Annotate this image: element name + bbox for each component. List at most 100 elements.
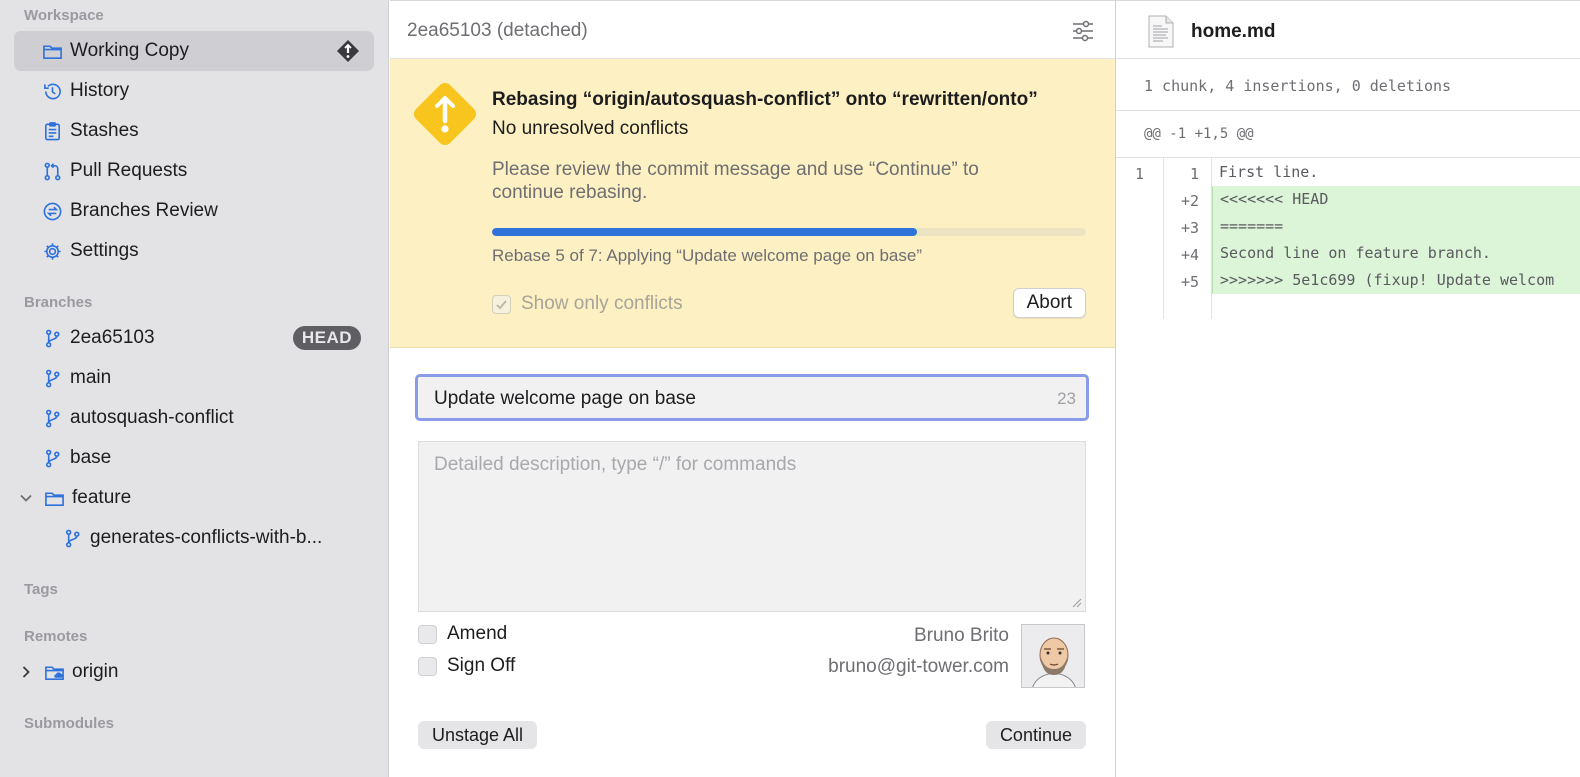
sidebar-item-label: Settings xyxy=(70,240,139,261)
sidebar-item-label: History xyxy=(70,80,130,101)
diff-line-added[interactable]: +5 >>>>>>> 5e1c699 (fixup! Update welcom xyxy=(1116,267,1580,294)
divider xyxy=(1116,110,1580,111)
new-line-number: +2 xyxy=(1180,192,1199,210)
summary-char-count: 23 xyxy=(1057,389,1076,408)
rebase-progress-fill xyxy=(492,228,917,236)
hunk-header: @@ -1 +1,5 @@ xyxy=(1144,126,1254,142)
divider xyxy=(1116,157,1580,158)
gear-icon xyxy=(40,239,64,263)
unstage-all-button[interactable]: Unstage All xyxy=(418,721,538,749)
sidebar-item-label: Working Copy xyxy=(70,40,189,61)
remote-label: origin xyxy=(72,661,119,682)
amend-checkbox-box xyxy=(418,624,437,644)
diff-line-text: Second line on feature branch. xyxy=(1212,240,1580,267)
diff-line-added[interactable]: +4 Second line on feature branch. xyxy=(1116,240,1580,267)
branch-label: 2ea65103 xyxy=(70,327,155,348)
description-placeholder: Detailed description, type “/” for comma… xyxy=(434,454,797,475)
clipboard-icon xyxy=(40,119,64,143)
rebase-progress-bar xyxy=(492,228,1086,236)
rebase-step-text: Rebase 5 of 7: Applying “Update welcome … xyxy=(492,246,922,265)
sign-off-label: Sign Off xyxy=(447,655,516,676)
resize-grip-icon[interactable] xyxy=(1070,596,1082,608)
sidebar-branch-base[interactable]: base xyxy=(14,438,374,478)
new-line-number: +3 xyxy=(1180,219,1199,237)
sidebar-item-working-copy[interactable]: Working Copy xyxy=(14,31,374,71)
amend-label: Amend xyxy=(447,623,508,644)
sidebar-branch-2ea65103[interactable]: 2ea65103 HEAD xyxy=(14,318,374,358)
abort-button[interactable]: Abort xyxy=(1012,288,1086,318)
rebase-title: Rebasing “origin/autosquash-conflict” on… xyxy=(492,89,1038,110)
sign-off-checkbox[interactable]: Sign Off xyxy=(418,655,515,677)
diff-file-header: home.md xyxy=(1116,0,1580,59)
diff-line-added[interactable]: +3 ======= xyxy=(1116,213,1580,240)
history-icon xyxy=(40,79,64,103)
sidebar-remote-origin[interactable]: origin xyxy=(14,652,374,692)
new-line-number: 1 xyxy=(1189,165,1199,183)
submodules-section-title: Submodules xyxy=(24,715,115,732)
sign-off-checkbox-box xyxy=(418,656,437,676)
rebase-status-panel: Rebasing “origin/autosquash-conflict” on… xyxy=(390,59,1115,348)
branch-icon xyxy=(60,526,84,550)
sidebar-branch-main[interactable]: main xyxy=(14,358,374,398)
sidebar-item-branches-review[interactable]: Branches Review xyxy=(14,191,374,231)
diff-stats: 1 chunk, 4 insertions, 0 deletions xyxy=(1144,77,1452,95)
diff-line-text: First line. xyxy=(1219,163,1319,181)
branch-label: generates-conflicts-with-b... xyxy=(90,527,323,548)
sidebar-item-label: Pull Requests xyxy=(70,160,188,181)
branch-label: autosquash-conflict xyxy=(70,407,234,428)
head-ref-title: 2ea65103 (detached) xyxy=(407,20,588,41)
sidebar-item-settings[interactable]: Settings xyxy=(14,231,374,271)
branch-icon xyxy=(40,326,64,350)
avatar-illustration xyxy=(1022,625,1084,687)
sidebar: Workspace Working Copy History Stashes P… xyxy=(0,0,389,777)
diff-panel: home.md 1 chunk, 4 insertions, 0 deletio… xyxy=(1115,0,1580,777)
folder-icon xyxy=(40,39,64,63)
diff-line-added[interactable]: +2 <<<<<<< HEAD xyxy=(1116,186,1580,213)
new-line-number: +5 xyxy=(1180,273,1199,291)
branch-label: main xyxy=(70,367,112,388)
commit-panel: 2ea65103 (detached) Rebasing “origin/aut… xyxy=(390,0,1115,777)
branch-icon xyxy=(40,366,64,390)
sidebar-item-label: Branches Review xyxy=(70,200,218,221)
diff-line-text: ======= xyxy=(1212,213,1580,240)
author-name[interactable]: Bruno Brito xyxy=(914,625,1009,647)
diff-line-context[interactable]: 1 1 First line. xyxy=(1116,159,1580,186)
sidebar-branch-generates-conflicts[interactable]: generates-conflicts-with-b... xyxy=(14,518,374,558)
warning-icon xyxy=(414,83,476,145)
diff-line-text: <<<<<<< HEAD xyxy=(1212,186,1580,213)
avatar[interactable] xyxy=(1021,624,1085,688)
checkmark-icon xyxy=(492,294,511,314)
document-icon xyxy=(1148,15,1174,48)
cloud-folder-icon xyxy=(42,660,66,684)
rebase-subtitle: No unresolved conflicts xyxy=(492,118,689,139)
sidebar-item-label: Stashes xyxy=(70,120,139,141)
new-line-number: +4 xyxy=(1180,246,1199,264)
folder-label: feature xyxy=(72,487,132,508)
sidebar-item-pull-requests[interactable]: Pull Requests xyxy=(14,151,374,191)
sidebar-item-stashes[interactable]: Stashes xyxy=(14,111,374,151)
sidebar-branch-autosquash-conflict[interactable]: autosquash-conflict xyxy=(14,398,374,438)
commit-description-input[interactable]: Detailed description, type “/” for comma… xyxy=(418,441,1086,612)
sidebar-item-history[interactable]: History xyxy=(14,71,374,111)
show-only-conflicts-label: Show only conflicts xyxy=(521,293,683,314)
branch-icon xyxy=(40,406,64,430)
continue-button[interactable]: Continue xyxy=(985,721,1086,749)
old-line-number: 1 xyxy=(1134,165,1145,183)
show-only-conflicts-checkbox[interactable]: Show only conflicts xyxy=(492,293,683,315)
pull-request-icon xyxy=(40,159,64,183)
folder-icon xyxy=(42,486,66,510)
head-badge: HEAD xyxy=(292,326,361,350)
conflict-status-icon xyxy=(337,40,359,62)
tags-section-title: Tags xyxy=(24,581,58,598)
amend-checkbox[interactable]: Amend xyxy=(418,623,507,645)
sidebar-folder-feature[interactable]: feature xyxy=(14,478,374,518)
workspace-section-title: Workspace xyxy=(24,7,104,24)
remotes-section-title: Remotes xyxy=(24,628,88,645)
commit-panel-header: 2ea65103 (detached) xyxy=(390,0,1115,59)
branch-icon xyxy=(40,446,64,470)
author-email[interactable]: bruno@git-tower.com xyxy=(828,656,1009,678)
diff-line-text: >>>>>>> 5e1c699 (fixup! Update welcom xyxy=(1212,267,1580,294)
branches-review-icon xyxy=(40,199,64,223)
sliders-icon[interactable] xyxy=(1071,19,1095,43)
commit-summary-input[interactable]: Update welcome page on base 23 xyxy=(415,374,1089,421)
